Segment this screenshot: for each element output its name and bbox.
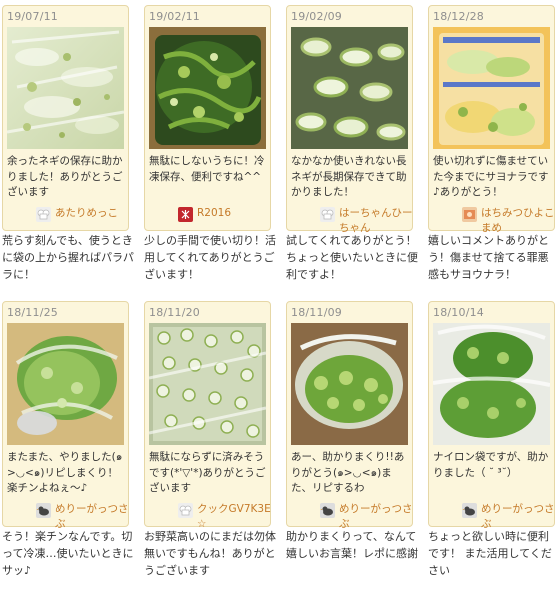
author-reply: 少しの手間で使い切り！活用してくれてありがとうございます！ xyxy=(144,234,276,281)
report-entry: 19/07/11 余ったネギの保存に助かりました！ありがとうございます あたりめ… xyxy=(2,0,134,296)
report-message: あー、助かりまくり!!ありがとう(๑>◡<๑)また、リピするわ xyxy=(291,451,405,494)
author-reply: お野菜高いのにまだは勿体無いですもんね！ありがとうございます xyxy=(144,530,276,577)
bird-avatar[interactable] xyxy=(36,503,51,518)
author-reply: そう！楽チンなんです。切って冷凍…使いたいときにサッ♪ xyxy=(2,530,134,577)
sliced-green-onion-bag-photo[interactable] xyxy=(7,27,124,149)
chopped-onion-bag-photo[interactable] xyxy=(149,323,266,445)
report-date: 18/10/14 xyxy=(433,306,485,319)
sliced-leek-photo[interactable] xyxy=(291,27,408,149)
report-message: ナイロン袋ですが、助かりました（ ˘ ³˘） xyxy=(433,451,549,479)
report-entry: 18/11/20 無駄にならずに済みそうです(*'▽'*)ありがとうございます xyxy=(144,296,276,592)
report-entry: 18/11/09 あー、助かりまくり!!ありがとう(๑>◡<๑)また、リピするわ xyxy=(286,296,418,592)
report-message: またまた、やりました(๑>◡<๑)リピしまくり！楽チンよねぇ～♪ xyxy=(7,451,123,494)
report-author-link[interactable]: あたりめっこ xyxy=(36,206,130,222)
author-reply: 試してくれてありがとう！ちょっと使いたいときに便利ですよ！ xyxy=(286,234,418,281)
frozen-onion-ziploc-photo[interactable] xyxy=(433,27,550,149)
green-onion-bag-photo[interactable] xyxy=(291,323,408,445)
report-card[interactable]: 18/10/14 ナイロン袋ですが、助かりました（ ˘ ³˘） めりーがっつさぶ xyxy=(428,301,555,530)
red-stamp-avatar[interactable] xyxy=(178,207,193,222)
report-entry: 18/10/14 ナイロン袋ですが、助かりました（ ˘ ³˘） めりーがっつさぶ… xyxy=(428,296,555,592)
green-onion-container-photo[interactable] xyxy=(149,27,266,149)
report-date: 19/07/11 xyxy=(7,10,59,23)
report-card[interactable]: 18/12/28 使い切れずに傷ませていた今までにサヨナラです♪ありがとう！ は… xyxy=(428,5,555,234)
report-message: 余ったネギの保存に助かりました！ありがとうございます xyxy=(7,155,123,198)
report-date: 18/11/20 xyxy=(149,306,201,319)
report-card[interactable]: 18/11/20 無駄にならずに済みそうです(*'▽'*)ありがとうございます xyxy=(144,301,271,530)
report-date: 18/11/09 xyxy=(291,306,343,319)
report-date: 18/11/25 xyxy=(7,306,59,319)
report-entry: 19/02/11 無駄にしないうちに！冷凍保存、便利ですね^^ R2016 少し… xyxy=(144,0,276,296)
bird-avatar[interactable] xyxy=(462,503,477,518)
report-message: 無駄にしないうちに！冷凍保存、便利ですね^^ xyxy=(149,155,265,183)
report-card[interactable]: 19/02/11 無駄にしないうちに！冷凍保存、便利ですね^^ R2016 xyxy=(144,5,271,231)
report-grid: 19/07/11 余ったネギの保存に助かりました！ありがとうございます あたりめ… xyxy=(0,0,560,592)
report-author-name[interactable]: R2016 xyxy=(197,206,231,221)
report-date: 19/02/11 xyxy=(149,10,201,23)
report-card[interactable]: 18/11/09 あー、助かりまくり!!ありがとう(๑>◡<๑)また、リピするわ xyxy=(286,301,413,530)
author-reply: 助かりまくりって、なんて嬉しいお言葉！レポに感謝 xyxy=(286,530,418,560)
chef-hat-avatar[interactable] xyxy=(178,503,193,518)
nylon-bag-green-onion-photo[interactable] xyxy=(433,323,550,445)
report-author-link[interactable]: R2016 xyxy=(178,206,272,222)
author-reply: 嬉しいコメントありがとう！傷ませて捨てる罪悪感もサヨウナラ！ xyxy=(428,234,549,281)
bird-avatar[interactable] xyxy=(320,503,335,518)
report-card[interactable]: 18/11/25 またまた、やりました(๑>◡<๑)リピしまくり！楽チンよねぇ～… xyxy=(2,301,129,530)
author-reply: 荒らす刻んでも、使うときに袋の上から握ればパラパラに！ xyxy=(2,234,134,281)
chef-hat-avatar[interactable] xyxy=(320,207,335,222)
green-onion-plastic-bag-photo[interactable] xyxy=(7,323,124,445)
report-card[interactable]: 19/07/11 余ったネギの保存に助かりました！ありがとうございます あたりめ… xyxy=(2,5,129,231)
author-reply: ちょっと欲しい時に便利です！ また活用してください xyxy=(428,530,552,577)
report-date: 19/02/09 xyxy=(291,10,343,23)
report-message: 無駄にならずに済みそうです(*'▽'*)ありがとうございます xyxy=(149,451,266,494)
photo-avatar[interactable] xyxy=(462,207,477,222)
report-author-name[interactable]: あたりめっこ xyxy=(55,206,118,221)
report-entry: 18/12/28 使い切れずに傷ませていた今までにサヨナラです♪ありがとう！ は… xyxy=(428,0,555,296)
chef-hat-avatar[interactable] xyxy=(36,207,51,222)
report-date: 18/12/28 xyxy=(433,10,485,23)
report-message: 使い切れずに傷ませていた今までにサヨナラです♪ありがとう！ xyxy=(433,155,549,198)
report-entry: 18/11/25 またまた、やりました(๑>◡<๑)リピしまくり！楽チンよねぇ～… xyxy=(2,296,133,592)
report-message: なかなか使いきれない長ネギが長期保存できて助かりました！ xyxy=(291,155,407,198)
report-card[interactable]: 19/02/09 なかなか使いきれない長ネギが長期保存できて助かりました！ はー… xyxy=(286,5,413,234)
report-entry: 19/02/09 なかなか使いきれない長ネギが長期保存できて助かりました！ はー… xyxy=(286,0,418,296)
